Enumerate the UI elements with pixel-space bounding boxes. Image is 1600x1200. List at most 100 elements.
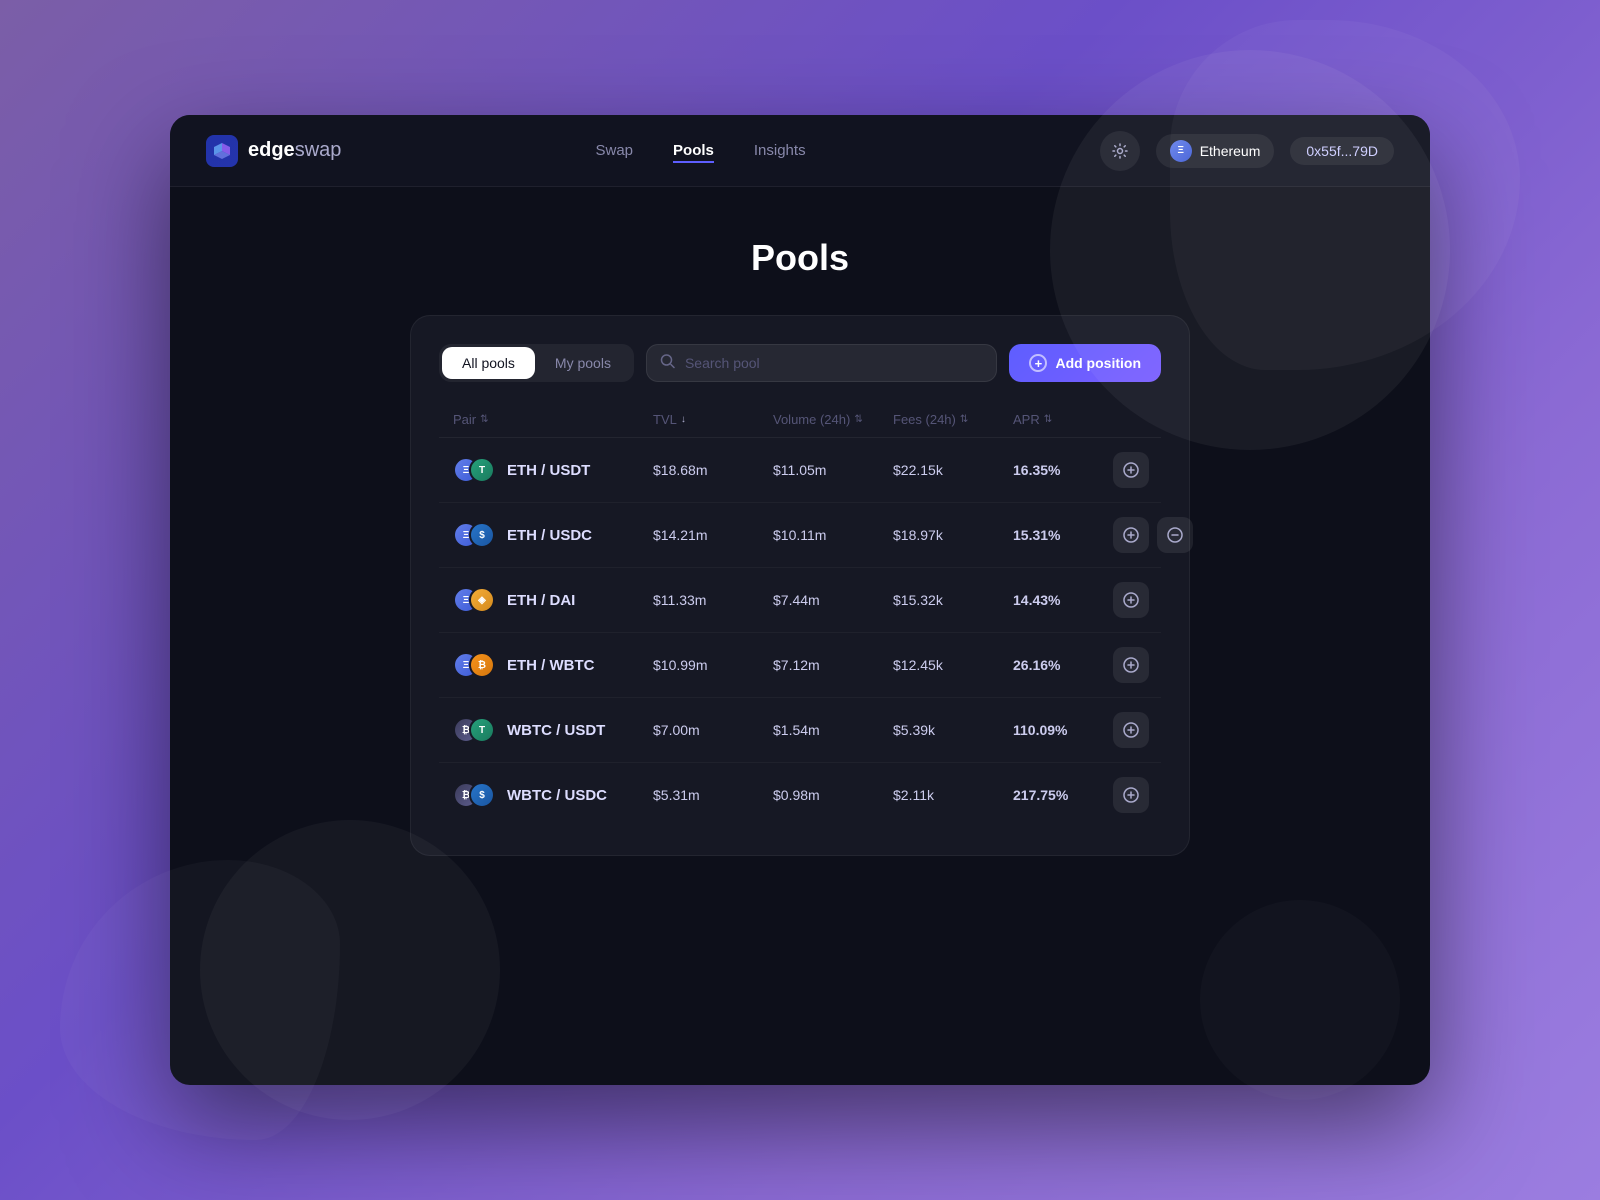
- token-icons: Ξ T: [453, 457, 497, 483]
- token-icon-usdc: $: [469, 782, 495, 808]
- pair-cell: Ξ ◈ ETH / DAI: [453, 587, 653, 613]
- fees-value: $2.11k: [893, 787, 1013, 803]
- add-position-button[interactable]: + Add position: [1009, 344, 1161, 382]
- network-name: Ethereum: [1200, 143, 1261, 159]
- token-icons: ₿ T: [453, 717, 497, 743]
- fees-value: $18.97k: [893, 527, 1013, 543]
- apr-value: 110.09%: [1013, 722, 1113, 738]
- add-liquidity-button[interactable]: [1113, 582, 1149, 618]
- header-fees: Fees (24h) ⇅: [893, 412, 1013, 427]
- sort-volume-icon: ⇅: [854, 414, 862, 425]
- wallet-address: 0x55f...79D: [1306, 143, 1378, 159]
- fees-value: $12.45k: [893, 657, 1013, 673]
- actions-cell: [1113, 647, 1149, 683]
- add-liquidity-button[interactable]: [1113, 712, 1149, 748]
- pair-name: ETH / DAI: [507, 592, 575, 609]
- apr-value: 26.16%: [1013, 657, 1113, 673]
- pair-cell: Ξ T ETH / USDT: [453, 457, 653, 483]
- nav-links: Swap Pools Insights: [301, 138, 1099, 163]
- volume-value: $7.44m: [773, 592, 893, 608]
- sort-fees-icon: ⇅: [960, 414, 968, 425]
- network-icon: Ξ: [1170, 140, 1192, 162]
- plus-circle-icon: [1123, 722, 1139, 738]
- nav-swap[interactable]: Swap: [596, 138, 634, 163]
- token-icons: Ξ ₿: [453, 652, 497, 678]
- gear-icon: [1111, 142, 1129, 160]
- search-input[interactable]: [646, 344, 998, 382]
- nav-pools[interactable]: Pools: [673, 138, 714, 163]
- remove-liquidity-button[interactable]: [1157, 517, 1193, 553]
- minus-circle-icon: [1167, 527, 1183, 543]
- actions-cell: [1113, 582, 1149, 618]
- pair-cell: ₿ T WBTC / USDT: [453, 717, 653, 743]
- token-icons: Ξ $: [453, 522, 497, 548]
- volume-value: $7.12m: [773, 657, 893, 673]
- header-volume: Volume (24h) ⇅: [773, 412, 893, 427]
- network-badge[interactable]: Ξ Ethereum: [1156, 134, 1275, 168]
- plus-circle-icon: [1123, 657, 1139, 673]
- token-icon-wbtc: ₿: [469, 652, 495, 678]
- table-row: ₿ T WBTC / USDT $7.00m $1.54m $5.39k 110…: [439, 698, 1161, 763]
- header-pair: Pair ⇅: [453, 412, 653, 427]
- pools-table: Pair ⇅ TVL ↓ Volume (24h) ⇅ Fees (24h) ⇅: [439, 402, 1161, 827]
- app-window: edgeswap Swap Pools Insights Ξ Ethereum …: [170, 115, 1430, 1085]
- tvl-value: $18.68m: [653, 462, 773, 478]
- fees-value: $22.15k: [893, 462, 1013, 478]
- table-row: Ξ $ ETH / USDC $14.21m $10.11m $18.97k 1…: [439, 503, 1161, 568]
- pair-cell: Ξ $ ETH / USDC: [453, 522, 653, 548]
- apr-value: 16.35%: [1013, 462, 1113, 478]
- apr-value: 217.75%: [1013, 787, 1113, 803]
- pair-cell: Ξ ₿ ETH / WBTC: [453, 652, 653, 678]
- token-icon-usdc: $: [469, 522, 495, 548]
- header-tvl: TVL ↓: [653, 412, 773, 427]
- pair-name: WBTC / USDC: [507, 787, 607, 804]
- plus-circle-icon: [1123, 527, 1139, 543]
- logo-icon: [206, 135, 238, 167]
- tab-my-pools[interactable]: My pools: [535, 347, 631, 379]
- volume-value: $10.11m: [773, 527, 893, 543]
- settings-button[interactable]: [1100, 131, 1140, 171]
- add-liquidity-button[interactable]: [1113, 647, 1149, 683]
- search-wrapper: [646, 344, 998, 382]
- token-icon-usdt: T: [469, 457, 495, 483]
- token-icon-dai: ◈: [469, 587, 495, 613]
- fees-value: $5.39k: [893, 722, 1013, 738]
- volume-value: $0.98m: [773, 787, 893, 803]
- add-liquidity-button[interactable]: [1113, 517, 1149, 553]
- actions-cell: [1113, 452, 1149, 488]
- tvl-value: $11.33m: [653, 592, 773, 608]
- apr-value: 15.31%: [1013, 527, 1113, 543]
- table-row: Ξ ◈ ETH / DAI $11.33m $7.44m $15.32k 14.…: [439, 568, 1161, 633]
- sort-pair-icon: ⇅: [480, 414, 488, 425]
- tab-all-pools[interactable]: All pools: [442, 347, 535, 379]
- nav-right: Ξ Ethereum 0x55f...79D: [1100, 131, 1394, 171]
- tab-group: All pools My pools: [439, 344, 634, 382]
- fees-value: $15.32k: [893, 592, 1013, 608]
- token-icon-usdt: T: [469, 717, 495, 743]
- add-liquidity-button[interactable]: [1113, 452, 1149, 488]
- apr-value: 14.43%: [1013, 592, 1113, 608]
- header-actions: [1113, 412, 1147, 427]
- table-row: Ξ ₿ ETH / WBTC $10.99m $7.12m $12.45k 26…: [439, 633, 1161, 698]
- pair-name: ETH / WBTC: [507, 657, 595, 674]
- volume-value: $1.54m: [773, 722, 893, 738]
- table-row: Ξ T ETH / USDT $18.68m $11.05m $22.15k 1…: [439, 438, 1161, 503]
- actions-cell: [1113, 517, 1193, 553]
- navbar: edgeswap Swap Pools Insights Ξ Ethereum …: [170, 115, 1430, 187]
- sort-tvl-icon: ↓: [681, 414, 686, 425]
- tvl-value: $5.31m: [653, 787, 773, 803]
- volume-value: $11.05m: [773, 462, 893, 478]
- actions-cell: [1113, 712, 1149, 748]
- page-title: Pools: [751, 237, 849, 279]
- nav-insights[interactable]: Insights: [754, 138, 806, 163]
- actions-cell: [1113, 777, 1149, 813]
- plus-circle-icon: +: [1029, 354, 1047, 372]
- search-icon: [660, 354, 675, 373]
- table-row: ₿ $ WBTC / USDC $5.31m $0.98m $2.11k 217…: [439, 763, 1161, 827]
- plus-circle-icon: [1123, 462, 1139, 478]
- pair-cell: ₿ $ WBTC / USDC: [453, 782, 653, 808]
- wallet-badge[interactable]: 0x55f...79D: [1290, 137, 1394, 165]
- add-liquidity-button[interactable]: [1113, 777, 1149, 813]
- pools-card: All pools My pools + Add position: [410, 315, 1190, 856]
- pair-name: WBTC / USDT: [507, 722, 605, 739]
